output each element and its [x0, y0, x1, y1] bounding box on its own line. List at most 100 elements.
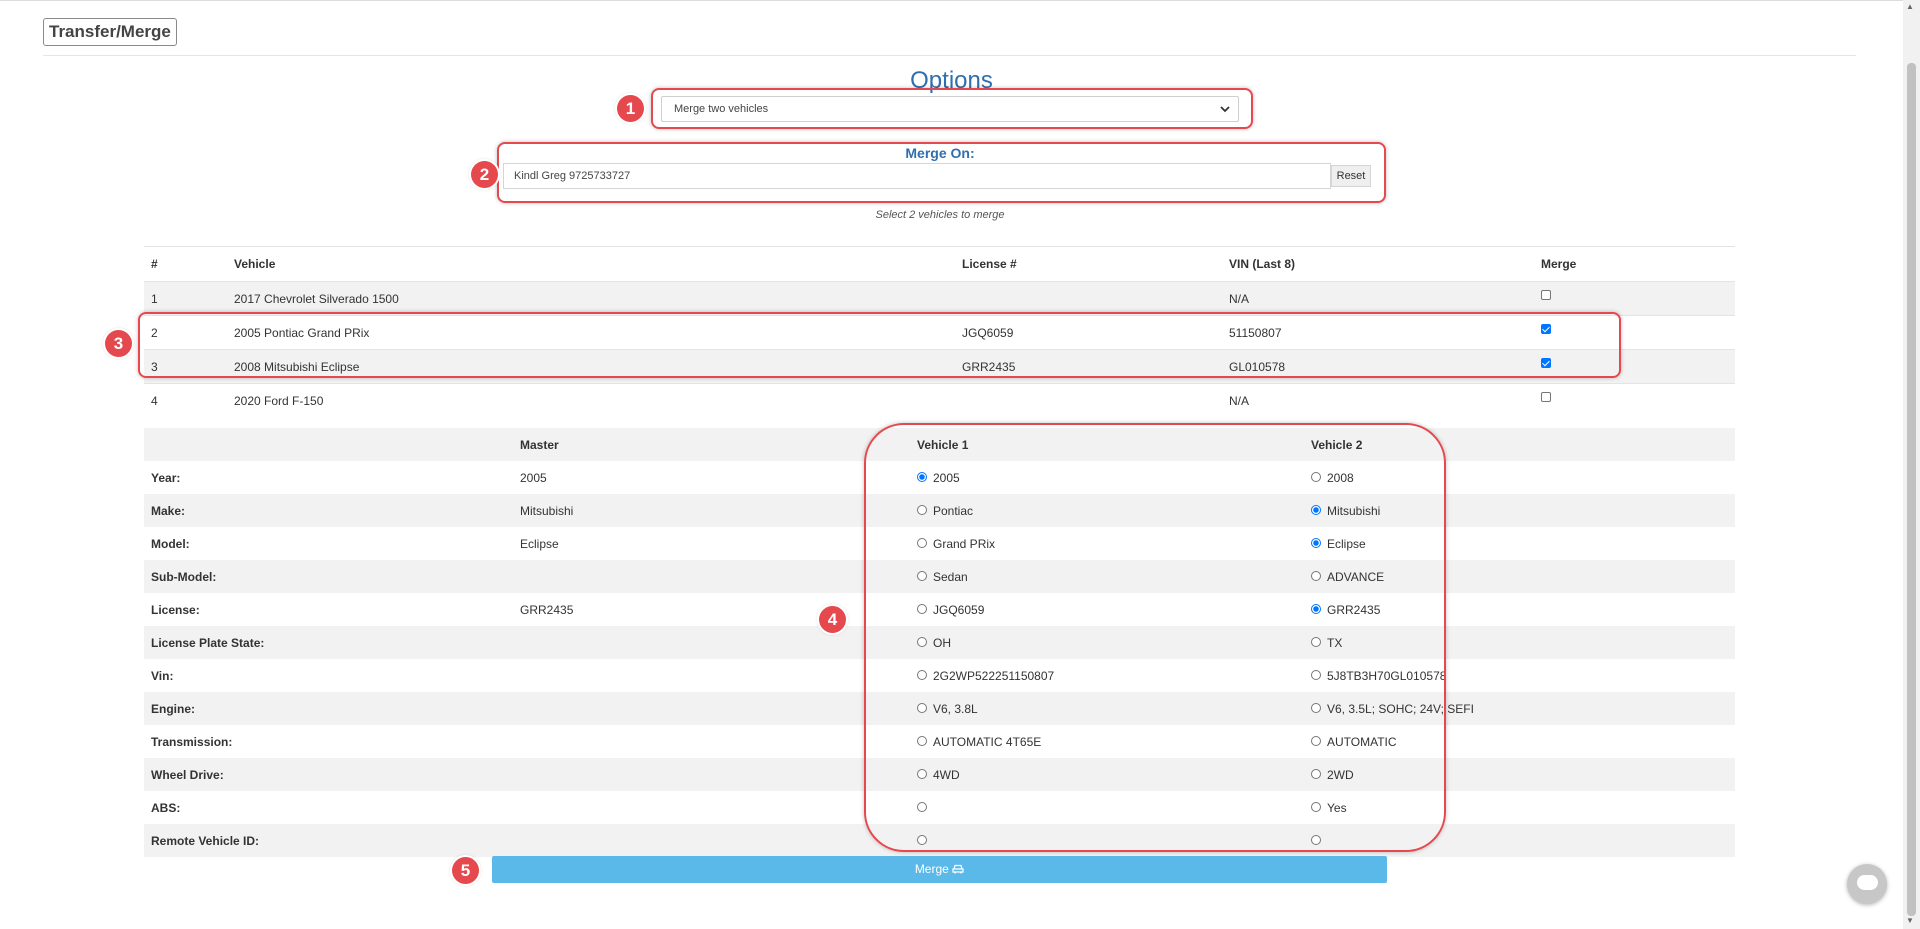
- detail-vehicle-2-option[interactable]: Mitsubishi: [1304, 494, 1735, 527]
- radio-button[interactable]: [1311, 472, 1321, 483]
- detail-vehicle-2-option[interactable]: AUTOMATIC: [1304, 725, 1735, 758]
- merge-details-table: Master Vehicle 1 Vehicle 2 Year: 2005 2005…: [144, 428, 1735, 857]
- detail-vehicle-1-option[interactable]: [910, 824, 1304, 857]
- detail-field-label: Vin:: [151, 668, 174, 683]
- vehicle-cell-merge: [1534, 349, 1735, 384]
- detail-master-value: GRR2435: [520, 602, 574, 617]
- chevron-down-icon: [1220, 97, 1230, 121]
- radio-button[interactable]: [917, 769, 927, 780]
- detail-vehicle-1-option[interactable]: JGQ6059: [910, 593, 1304, 626]
- merge-option-select[interactable]: Merge two vehicles: [661, 96, 1239, 122]
- detail-row: Remote Vehicle ID:: [144, 824, 1735, 857]
- radio-button[interactable]: [917, 571, 927, 582]
- radio-button[interactable]: [1311, 769, 1321, 780]
- radio-button[interactable]: [917, 670, 927, 681]
- merge-checkbox[interactable]: [1541, 358, 1551, 369]
- detail-master-value: [513, 560, 910, 593]
- radio-button[interactable]: [1311, 670, 1321, 681]
- radio-button[interactable]: [917, 505, 927, 516]
- merge-checkbox[interactable]: [1541, 290, 1551, 301]
- chat-icon: [1857, 875, 1878, 890]
- merge-button-label: Merge: [914, 862, 949, 876]
- option-value: V6, 3.5L; SOHC; 24V; SEFI: [1327, 701, 1474, 716]
- scrollbar-thumb[interactable]: [1907, 63, 1916, 916]
- annotation-marker-5: 5: [452, 857, 479, 884]
- detail-field-label: Model:: [151, 536, 190, 551]
- vehicle-cell-license: [955, 383, 1222, 417]
- options-title: Options: [910, 67, 993, 94]
- radio-button[interactable]: [1311, 637, 1321, 648]
- merge-on-input[interactable]: Kindl Greg 9725733727: [503, 163, 1331, 189]
- detail-row: Model: Eclipse Grand PRix Eclipse: [144, 527, 1735, 560]
- detail-vehicle-1-option[interactable]: OH: [910, 626, 1304, 659]
- detail-vehicle-2-option[interactable]: 2008: [1304, 461, 1735, 494]
- detail-field-label: Engine:: [144, 692, 513, 725]
- detail-master-value: [513, 824, 910, 857]
- detail-vehicle-2-option[interactable]: ADVANCE: [1304, 560, 1735, 593]
- radio-button[interactable]: [917, 835, 927, 846]
- detail-vehicle-2-option[interactable]: TX: [1304, 626, 1735, 659]
- radio-button[interactable]: [1311, 703, 1321, 714]
- detail-vehicle-1-option[interactable]: Sedan: [910, 560, 1304, 593]
- radio-button[interactable]: [1311, 505, 1321, 516]
- reset-button[interactable]: Reset: [1331, 165, 1371, 187]
- detail-master-value: [513, 659, 910, 692]
- car-icon: [952, 862, 964, 876]
- detail-field-label: License:: [151, 602, 200, 617]
- radio-button[interactable]: [1311, 802, 1321, 813]
- radio-button[interactable]: [917, 802, 927, 813]
- detail-vehicle-1-option[interactable]: 4WD: [910, 758, 1304, 791]
- merge-checkbox[interactable]: [1541, 392, 1551, 403]
- vehicle-cell-license: JGQ6059: [955, 315, 1222, 350]
- vehicle-row: 2 2005 Pontiac Grand PRix JGQ6059 51150807: [144, 315, 1735, 350]
- merge-checkbox[interactable]: [1541, 324, 1551, 335]
- transfer-merge-header-button[interactable]: Transfer/Merge: [43, 18, 177, 46]
- detail-vehicle-1-option[interactable]: Grand PRix: [910, 527, 1304, 560]
- merge-button[interactable]: Merge: [492, 856, 1387, 883]
- vehicle-row: 3 2008 Mitsubishi Eclipse GRR2435 GL010578: [144, 349, 1735, 384]
- detail-master-value: [513, 758, 910, 791]
- option-value: Mitsubishi: [1327, 503, 1381, 518]
- radio-button[interactable]: [917, 538, 927, 549]
- detail-vehicle-1-option[interactable]: [910, 791, 1304, 824]
- detail-vehicle-2-option[interactable]: Eclipse: [1304, 527, 1735, 560]
- col-vin: VIN (Last 8): [1222, 246, 1534, 282]
- radio-button[interactable]: [917, 736, 927, 747]
- option-value: 2005: [933, 470, 960, 485]
- radio-button[interactable]: [917, 637, 927, 648]
- radio-button[interactable]: [1311, 604, 1321, 615]
- scroll-up-arrow-icon[interactable]: ▲: [1906, 2, 1914, 11]
- radio-button[interactable]: [1311, 835, 1321, 846]
- detail-field-label: Year:: [151, 470, 181, 485]
- detail-row: Wheel Drive: 4WD 2WD: [144, 758, 1735, 791]
- radio-button[interactable]: [1311, 571, 1321, 582]
- radio-button[interactable]: [1311, 538, 1321, 549]
- detail-vehicle-2-option[interactable]: Yes: [1304, 791, 1735, 824]
- detail-vehicle-2-option[interactable]: 2WD: [1304, 758, 1735, 791]
- detail-row: License: GRR2435 JGQ6059 GRR2435: [144, 593, 1735, 626]
- detail-vehicle-1-option[interactable]: V6, 3.8L: [910, 692, 1304, 725]
- chat-widget-button[interactable]: [1847, 864, 1887, 904]
- radio-button[interactable]: [1311, 736, 1321, 747]
- detail-row: Vin: 2G2WP522251150807 5J8TB3H70GL010578: [144, 659, 1735, 692]
- detail-vehicle-1-option[interactable]: 2005: [910, 461, 1304, 494]
- detail-vehicle-1-option[interactable]: 2G2WP522251150807: [910, 659, 1304, 692]
- annotation-marker-1: 1: [617, 95, 644, 122]
- vehicle-cell-vehicle: 2020 Ford F-150: [227, 383, 955, 417]
- detail-vehicle-2-option[interactable]: 5J8TB3H70GL010578: [1304, 659, 1735, 692]
- radio-button[interactable]: [917, 604, 927, 615]
- detail-vehicle-1-option[interactable]: Pontiac: [910, 494, 1304, 527]
- detail-vehicle-2-option[interactable]: GRR2435: [1304, 593, 1735, 626]
- radio-button[interactable]: [917, 472, 927, 483]
- detail-vehicle-1-option[interactable]: AUTOMATIC 4T65E: [910, 725, 1304, 758]
- scroll-down-arrow-icon[interactable]: ▼: [1906, 916, 1914, 925]
- detail-field-label: Make:: [144, 494, 513, 527]
- annotation-marker-4: 4: [819, 606, 846, 633]
- detail-vehicle-2-option[interactable]: V6, 3.5L; SOHC; 24V; SEFI: [1304, 692, 1735, 725]
- radio-button[interactable]: [917, 703, 927, 714]
- merge-on-label: Merge On:: [905, 145, 975, 161]
- detail-vehicle-2-option[interactable]: [1304, 824, 1735, 857]
- detail-master-value: [513, 791, 910, 824]
- merge-option-selected-value: Merge two vehicles: [674, 103, 769, 115]
- vehicle-cell-num: 4: [144, 383, 227, 417]
